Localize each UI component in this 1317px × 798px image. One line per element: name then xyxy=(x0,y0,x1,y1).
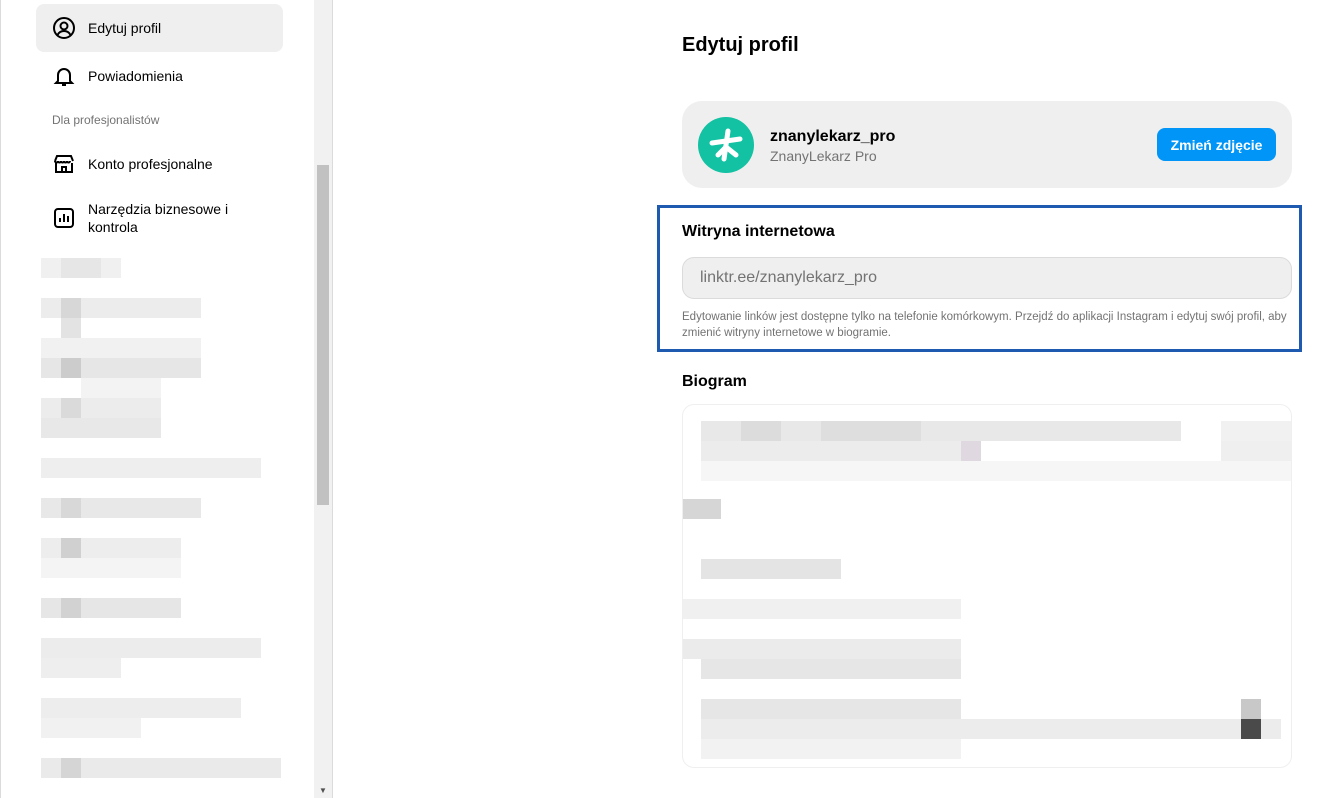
sidebar-item-label: Edytuj profil xyxy=(88,20,162,36)
znanylekarz-logo-icon xyxy=(709,128,743,162)
website-field[interactable] xyxy=(682,257,1292,299)
profile-card: znanylekarz_pro ZnanyLekarz Pro Zmień zd… xyxy=(682,101,1292,188)
sidebar-divider xyxy=(332,0,333,798)
bio-textarea[interactable] xyxy=(682,404,1292,768)
sidebar-item-label: Konto profesjonalne xyxy=(88,156,213,172)
scrollbar-thumb[interactable] xyxy=(317,165,329,505)
website-section-title: Witryna internetowa xyxy=(682,223,835,240)
sidebar-item-label: Narzędzia biznesowe i kontrola xyxy=(88,201,229,235)
sidebar-scrollbar[interactable]: ▼ xyxy=(314,0,332,798)
user-circle-icon xyxy=(52,16,76,40)
storefront-icon xyxy=(52,152,76,176)
sidebar-item-professional-account[interactable]: Konto profesjonalne xyxy=(36,140,283,188)
bell-icon xyxy=(52,64,76,88)
settings-sidebar: Edytuj profil Powiadomienia Dla profesjo… xyxy=(0,0,315,798)
bar-chart-icon xyxy=(52,206,76,230)
change-photo-button[interactable]: Zmień zdjęcie xyxy=(1157,128,1276,161)
sidebar-item-business-tools[interactable]: Narzędzia biznesowe i kontrola xyxy=(36,192,283,244)
sidebar-item-notifications[interactable]: Powiadomienia xyxy=(36,52,283,100)
profile-username: znanylekarz_pro xyxy=(770,128,896,145)
sidebar-item-edit-profile[interactable]: Edytuj profil xyxy=(36,4,283,52)
website-helper-text: Edytowanie linków jest dostępne tylko na… xyxy=(682,311,1287,339)
profile-full-name: ZnanyLekarz Pro xyxy=(770,148,877,164)
section-heading: Dla profesjonalistów xyxy=(52,113,160,127)
page-title: Edytuj profil xyxy=(682,34,799,56)
avatar[interactable] xyxy=(698,117,754,173)
sidebar-item-label: Powiadomienia xyxy=(88,68,183,84)
scroll-down-arrow-icon[interactable]: ▼ xyxy=(317,786,329,796)
bio-section-title: Biogram xyxy=(682,373,747,390)
